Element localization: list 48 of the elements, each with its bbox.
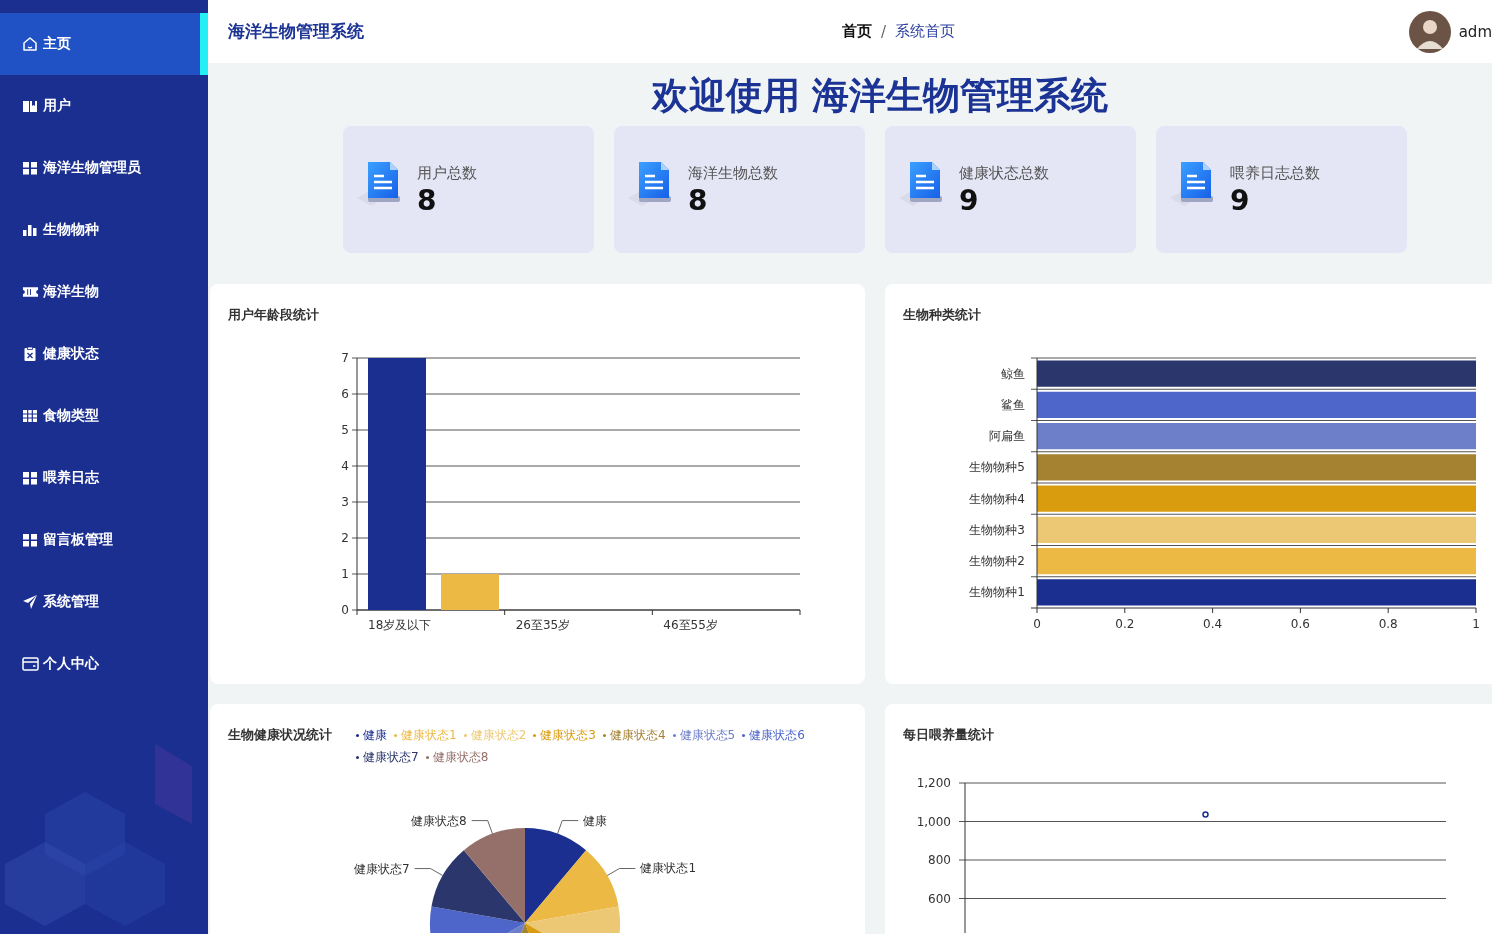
axis-label: 46至55岁 bbox=[663, 618, 718, 632]
axis-label: 26至35岁 bbox=[515, 618, 571, 632]
stat-label: 海洋生物总数 bbox=[688, 164, 778, 183]
chart-title: 生物种类统计 bbox=[902, 306, 982, 324]
axis-label: 1 bbox=[341, 567, 349, 581]
axis-label: 生物物种5 bbox=[969, 460, 1025, 475]
stat-value: 9 bbox=[959, 183, 980, 219]
axis-label: 0 bbox=[341, 603, 349, 617]
slice-label: 健康状态7 bbox=[353, 861, 410, 876]
axis-label: 阿扁鱼 bbox=[989, 429, 1025, 444]
axis-label: 鲸鱼 bbox=[1001, 366, 1025, 381]
chart-title: 用户年龄段统计 bbox=[227, 306, 320, 324]
axis-label: 0.2 bbox=[1115, 617, 1135, 631]
axis-label: 0.8 bbox=[1378, 617, 1398, 631]
stat-label: 喂养日志总数 bbox=[1230, 164, 1320, 183]
axis-label: 生物物种1 bbox=[969, 585, 1025, 600]
breadcrumb-separator: / bbox=[881, 22, 887, 41]
stat-label: 用户总数 bbox=[417, 164, 477, 183]
axis-label: 生物物种3 bbox=[969, 522, 1025, 537]
stat-value: 8 bbox=[417, 183, 438, 219]
chart-title: 每日喂养量统计 bbox=[902, 726, 994, 744]
welcome-heading: 欢迎使用 海洋生物管理系统 bbox=[650, 73, 1110, 119]
axis-label: 7 bbox=[341, 351, 349, 365]
axis-label: 5 bbox=[341, 423, 349, 437]
axis-label: 0.6 bbox=[1290, 617, 1310, 631]
axis-label: 1 bbox=[1472, 617, 1480, 631]
axis-label: 生物物种2 bbox=[969, 554, 1025, 569]
axis-label: 0 bbox=[1033, 617, 1041, 631]
axis-label: 鲨鱼 bbox=[1001, 397, 1025, 412]
axis-label: 生物物种4 bbox=[969, 491, 1025, 506]
slice-label: 健康状态8 bbox=[411, 813, 467, 828]
slice-label: 健康状态1 bbox=[640, 861, 697, 876]
slice-label: 健康 bbox=[583, 813, 608, 828]
axis-label: 0.4 bbox=[1203, 617, 1223, 631]
chart-title: 生物健康状况统计 bbox=[227, 726, 332, 744]
axis-label: 3 bbox=[341, 495, 349, 509]
axis-label: 2 bbox=[341, 531, 349, 545]
axis-label: 1,200 bbox=[916, 776, 951, 790]
axis-label: 800 bbox=[928, 853, 951, 867]
axis-label: 18岁及以下 bbox=[368, 618, 432, 632]
stat-value: 8 bbox=[688, 183, 709, 219]
axis-label: 6 bbox=[341, 387, 349, 401]
stat-label: 健康状态总数 bbox=[959, 164, 1049, 183]
stat-value: 9 bbox=[1230, 183, 1251, 219]
app-title: 海洋生物管理系统 bbox=[228, 21, 364, 41]
axis-label: 4 bbox=[341, 459, 349, 473]
axis-label: 1,000 bbox=[916, 814, 951, 829]
axis-label: 600 bbox=[928, 891, 951, 906]
